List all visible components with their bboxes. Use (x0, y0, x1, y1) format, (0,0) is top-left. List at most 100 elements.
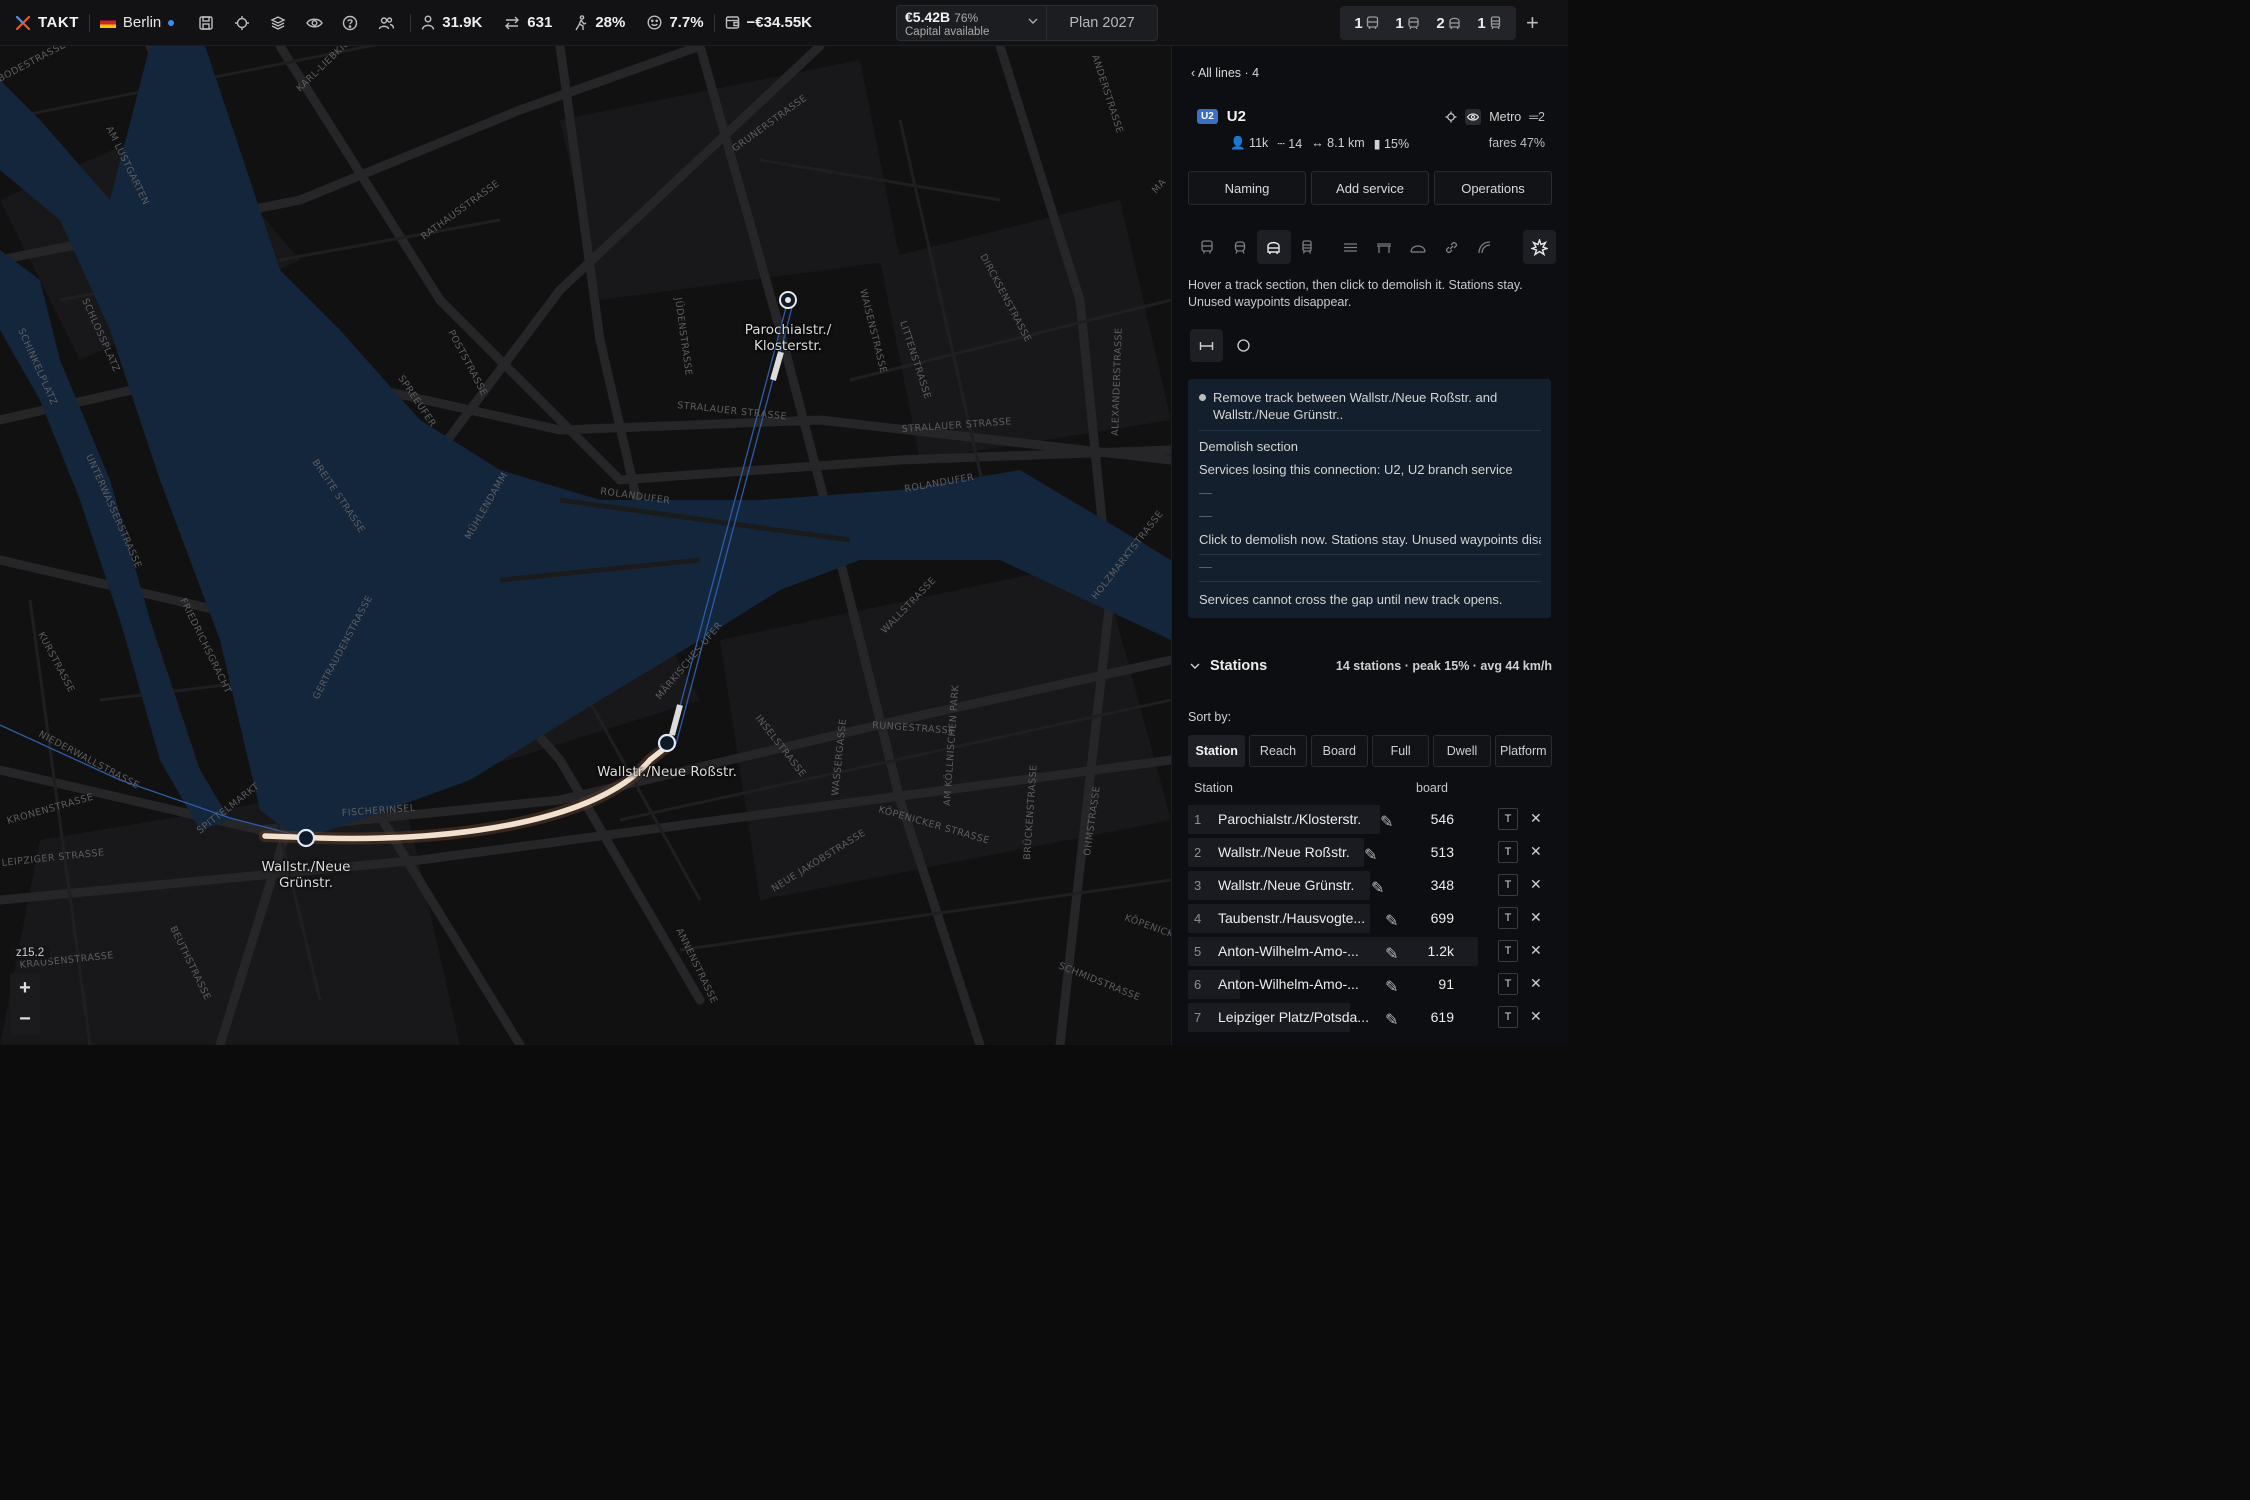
city-selector[interactable]: Berlin (99, 14, 175, 31)
terminus-toggle[interactable]: T (1498, 874, 1518, 896)
demolish-tool-icon[interactable] (1522, 230, 1556, 264)
line-panel: ‹ All lines · 4 U2 U2 Metro ═2 👤 11k ┄ 1… (1171, 46, 1568, 1045)
stations-header[interactable]: Stations 14 stations · peak 15% · avg 44… (1190, 658, 1552, 674)
tracks-icon[interactable] (1334, 230, 1368, 264)
edit-pencil-icon[interactable]: ✎ (1385, 1010, 1398, 1030)
tram-mode-icon[interactable] (1224, 230, 1258, 264)
remove-station-icon[interactable]: ✕ (1530, 876, 1542, 893)
chevron-down-icon[interactable] (1190, 663, 1200, 670)
table-row[interactable]: 6 Anton-Wilhelm-Amo-... ✎ 91 T ✕ (1188, 968, 1554, 1001)
terminus-toggle[interactable]: T (1498, 841, 1518, 863)
terminus-toggle[interactable]: T (1498, 1006, 1518, 1028)
capital-dropdown[interactable]: €5.42B 76% Capital available Plan 2027 (896, 5, 1158, 41)
line-name[interactable]: U2 (1227, 108, 1246, 125)
count-rail[interactable]: 1 (1477, 15, 1501, 32)
map-base[interactable]: STRALAUER STRASSE STRALAUER STRASSE ROLA… (0, 46, 1171, 1045)
link-icon[interactable] (1435, 230, 1469, 264)
count-bus[interactable]: 1 (1354, 15, 1378, 32)
visibility-toggle[interactable] (1465, 109, 1482, 125)
edit-pencil-icon[interactable]: ✎ (1380, 812, 1393, 832)
capital-amount: €5.42B (905, 9, 951, 25)
remove-station-icon[interactable]: ✕ (1530, 843, 1542, 860)
plan-button[interactable]: Plan 2027 (1047, 6, 1157, 40)
station-label-gruenstr[interactable]: Wallstr./Neue Grünstr. (246, 859, 366, 891)
layers-icon[interactable] (260, 15, 296, 31)
table-row[interactable]: 5 Anton-Wilhelm-Amo-... ✎ 1.2k T ✕ (1188, 935, 1554, 968)
table-row[interactable]: 2 Wallstr./Neue Roßstr. ✎ 513 T ✕ (1188, 836, 1554, 869)
line-controls: Metro ═2 (1445, 109, 1545, 125)
station-label-parochial[interactable]: Parochialstr./ Klosterstr. (728, 322, 848, 354)
back-to-all-lines[interactable]: ‹ All lines · 4 (1191, 66, 1259, 80)
remove-station-icon[interactable]: ✕ (1530, 810, 1542, 827)
terminus-toggle[interactable]: T (1498, 907, 1518, 929)
edit-pencil-icon[interactable]: ✎ (1385, 944, 1398, 964)
edit-pencil-icon[interactable]: ✎ (1364, 845, 1377, 865)
sort-reach-button[interactable]: Reach (1249, 735, 1307, 767)
table-row[interactable]: 1 Parochialstr./Klosterstr. ✎ 546 T ✕ (1188, 803, 1554, 836)
svg-text:JÜDENSTRASSE: JÜDENSTRASSE (672, 296, 694, 377)
edit-pencil-icon[interactable]: ✎ (1371, 878, 1384, 898)
divider (1199, 581, 1541, 582)
count-tram[interactable]: 1 (1395, 15, 1419, 32)
locate-icon[interactable] (224, 15, 260, 31)
sort-platform-button[interactable]: Platform (1494, 735, 1552, 767)
curve-icon[interactable] (1468, 230, 1502, 264)
train-mode-icon[interactable] (1291, 230, 1325, 264)
app-name: TAKT (38, 14, 79, 31)
remove-station-icon[interactable]: ✕ (1530, 975, 1542, 992)
click-note[interactable]: Click to demolish now. Stations stay. Un… (1199, 528, 1541, 551)
terminus-toggle[interactable]: T (1498, 808, 1518, 830)
map-canvas[interactable]: STRALAUER STRASSE STRALAUER STRASSE ROLA… (0, 46, 1171, 1045)
viaduct-icon[interactable] (1368, 230, 1402, 264)
line-vehicle-count[interactable]: ═2 (1529, 110, 1545, 124)
naming-button[interactable]: Naming (1188, 171, 1306, 205)
board-value: 1.2k (1427, 943, 1454, 959)
section-mode-icon[interactable] (1190, 329, 1223, 362)
terminus-toggle[interactable]: T (1498, 940, 1518, 962)
svg-text:MA: MA (1150, 177, 1169, 196)
table-row[interactable]: 7 Leipziger Platz/Potsda... ✎ 619 T ✕ (1188, 1001, 1554, 1034)
table-row[interactable]: 3 Wallstr./Neue Grünstr. ✎ 348 T ✕ (1188, 869, 1554, 902)
station-label-rossstr[interactable]: Wallstr./Neue Roßstr. (592, 764, 742, 780)
edit-pencil-icon[interactable]: ✎ (1385, 977, 1398, 997)
sort-dwell-button[interactable]: Dwell (1433, 735, 1491, 767)
zoom-out-button[interactable]: − (19, 1008, 31, 1031)
add-button[interactable]: + (1526, 10, 1539, 36)
remove-station-icon[interactable]: ✕ (1530, 942, 1542, 959)
count-metro[interactable]: 2 (1436, 15, 1460, 32)
sort-board-button[interactable]: Board (1310, 735, 1368, 767)
capital-summary[interactable]: €5.42B 76% Capital available (897, 6, 1047, 40)
station-gruenstr-marker[interactable] (296, 828, 316, 848)
bus-mode-icon[interactable] (1190, 230, 1224, 264)
zoom-controls[interactable]: + − (10, 973, 40, 1035)
locate-icon[interactable] (1445, 111, 1457, 123)
remove-station-icon[interactable]: ✕ (1530, 1008, 1542, 1025)
users-icon[interactable] (368, 15, 404, 31)
station-mode-icon[interactable] (1227, 329, 1260, 362)
sort-station-button[interactable]: Station (1188, 735, 1246, 767)
edit-pencil-icon[interactable]: ✎ (1385, 911, 1398, 931)
svg-text:ANDERSTRASSE: ANDERSTRASSE (1089, 54, 1125, 136)
top-bar: TAKT Berlin 31.9K 631 28% 7.7% −€34.55K … (0, 0, 1568, 46)
metro-mode-icon[interactable] (1257, 230, 1291, 264)
riders-stat: 👤 11k (1230, 136, 1269, 150)
add-service-button[interactable]: Add service (1311, 171, 1429, 205)
save-icon[interactable] (188, 15, 224, 31)
dash-1: — (1199, 485, 1212, 500)
services-losing: Services losing this connection: U2, U2 … (1199, 462, 1513, 477)
sort-full-button[interactable]: Full (1371, 735, 1430, 767)
tunnel-icon[interactable] (1401, 230, 1435, 264)
line-type[interactable]: Metro (1489, 110, 1521, 124)
app-logo[interactable]: TAKT (14, 14, 79, 32)
eye-icon[interactable] (296, 15, 332, 31)
zoom-in-button[interactable]: + (19, 977, 31, 1000)
dash-2: — (1199, 508, 1212, 523)
terminus-toggle[interactable]: T (1498, 973, 1518, 995)
help-icon[interactable] (332, 15, 368, 31)
operations-button[interactable]: Operations (1434, 171, 1552, 205)
station-rossstr-marker[interactable] (657, 733, 677, 753)
vehicle-counts[interactable]: 1 1 2 1 (1340, 6, 1516, 40)
table-row[interactable]: 4 Taubenstr./Hausvogte... ✎ 699 T ✕ (1188, 902, 1554, 935)
dash-3: — (1199, 559, 1212, 574)
remove-station-icon[interactable]: ✕ (1530, 909, 1542, 926)
